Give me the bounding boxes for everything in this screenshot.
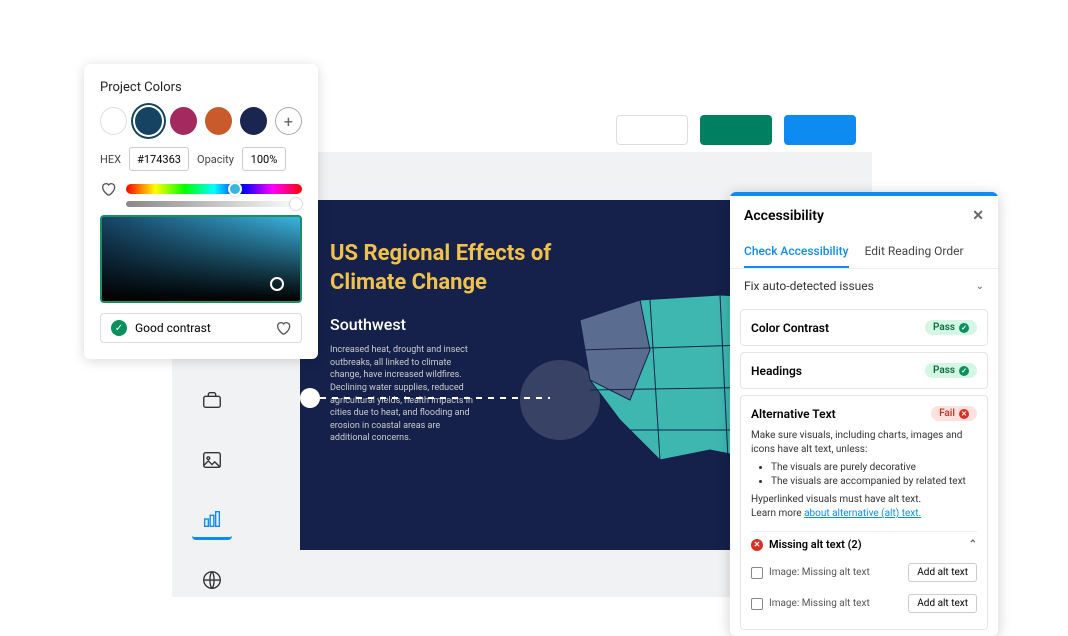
swatch-navy[interactable] <box>240 107 267 135</box>
toolbar-button-blank[interactable] <box>616 115 688 145</box>
favorite-icon[interactable] <box>275 320 291 336</box>
check-headings[interactable]: Headings Pass✓ <box>740 352 988 389</box>
hue-handle[interactable] <box>228 182 242 196</box>
learn-more-link[interactable]: about alternative (alt) text. <box>804 508 921 519</box>
alpha-handle[interactable] <box>290 198 302 210</box>
left-toolbar <box>184 380 240 600</box>
missing-alt-item: Image: Missing alt text Add alt text <box>751 588 977 619</box>
chart-icon[interactable] <box>192 500 232 540</box>
error-icon: ✕ <box>751 539 763 551</box>
hex-input[interactable] <box>129 147 189 171</box>
alpha-slider[interactable] <box>126 201 302 207</box>
chevron-up-icon: ⌃ <box>969 539 977 550</box>
briefcase-icon[interactable] <box>192 380 232 420</box>
fix-issues-header[interactable]: Fix auto-detected issues ⌄ <box>730 269 998 303</box>
missing-alt-header[interactable]: ✕ Missing alt text (2) ⌃ <box>751 531 977 557</box>
opacity-input[interactable] <box>242 147 286 171</box>
sv-handle[interactable] <box>270 277 284 291</box>
map-connector-line <box>320 397 550 399</box>
toolbar-button-teal[interactable] <box>700 115 772 145</box>
hex-label: HEX <box>100 153 121 166</box>
status-badge: Fail✕ <box>931 406 977 421</box>
add-swatch-button[interactable]: + <box>275 107 302 135</box>
swatch-orange[interactable] <box>205 107 232 135</box>
swatch-white[interactable] <box>100 107 127 135</box>
check-color-contrast[interactable]: Color Contrast Pass✓ <box>740 309 988 346</box>
favorite-icon[interactable] <box>100 181 116 197</box>
contrast-label: Good contrast <box>135 321 211 335</box>
image-icon[interactable] <box>192 440 232 480</box>
slide-body: Increased heat, drought and insect outbr… <box>330 344 480 445</box>
contrast-status: ✓ Good contrast <box>100 313 302 343</box>
chevron-down-icon: ⌄ <box>976 281 984 292</box>
opacity-label: Opacity <box>197 153 234 166</box>
toolbar-button-blue[interactable] <box>784 115 856 145</box>
saturation-value-picker[interactable] <box>100 215 302 303</box>
swatch-row: + <box>100 107 302 135</box>
hue-slider[interactable] <box>126 184 302 194</box>
swatch-magenta[interactable] <box>170 107 197 135</box>
color-panel-title: Project Colors <box>100 80 302 95</box>
missing-alt-item: Image: Missing alt text Add alt text <box>751 557 977 588</box>
accessibility-title: Accessibility <box>744 208 824 224</box>
tab-check-accessibility[interactable]: Check Accessibility <box>744 236 849 268</box>
status-badge: Pass✓ <box>925 363 977 378</box>
map-marker-icon <box>300 388 320 408</box>
tab-edit-reading-order[interactable]: Edit Reading Order <box>865 236 964 268</box>
check-icon: ✓ <box>111 320 127 336</box>
accessibility-panel: Accessibility ✕ Check Accessibility Edit… <box>730 192 998 636</box>
status-badge: Pass✓ <box>925 320 977 335</box>
check-alternative-text: Alternative Text Fail✕ Make sure visuals… <box>740 395 988 630</box>
image-icon <box>751 598 763 610</box>
image-icon <box>751 567 763 579</box>
color-panel: Project Colors + HEX Opacity ✓ Good cont… <box>84 64 318 359</box>
add-alt-text-button[interactable]: Add alt text <box>908 563 977 582</box>
close-icon[interactable]: ✕ <box>972 208 984 224</box>
swatch-darkblue[interactable] <box>135 107 162 135</box>
alt-text-description: Make sure visuals, including charts, ima… <box>751 429 977 521</box>
globe-icon[interactable] <box>192 560 232 600</box>
